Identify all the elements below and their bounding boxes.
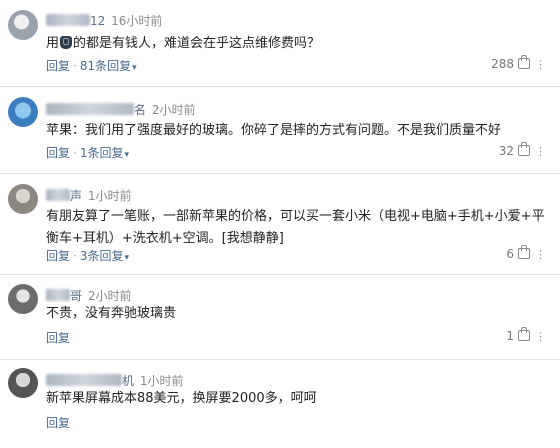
comment-actions: 回复 · 1条回复▾ <box>46 146 130 160</box>
comment-text: 苹果：我们用了强度最好的玻璃。你碎了是摔的方式有问题。不是我们质量不好 <box>46 123 502 138</box>
like-count: 288 <box>491 57 514 71</box>
comment-actions: 回复 <box>46 414 70 431</box>
timestamp: 2小时前 <box>151 103 196 117</box>
comment-actions: 回复 · 3条回复▾ <box>46 249 130 263</box>
replies-link[interactable]: 1条回复 <box>80 146 124 160</box>
comment-2: 名 2小时前 苹果：我们用了强度最好的玻璃。你碎了是摔的方式有问题。不是我们质量… <box>0 87 560 173</box>
comment-text: 有朋友算了一笔账，一部新苹果的价格，可以买一套小米（电视+电脑+手机+小爱+平衡… <box>46 209 545 246</box>
username[interactable]: 名 <box>134 103 146 117</box>
timestamp: 1小时前 <box>87 189 132 203</box>
comment-text: 不贵，没有奔驰玻璃贵 <box>46 306 177 321</box>
like-count: 32 <box>498 144 514 158</box>
more-icon[interactable]: ⋮ <box>535 248 546 261</box>
username-blurred <box>46 289 70 301</box>
comment-text: 新苹果屏幕成本88美元，换屏要2000多，呵呵 <box>46 391 317 406</box>
like-count: 1 <box>506 329 514 343</box>
comment-5: 机 1小时前 新苹果屏幕成本88美元，换屏要2000多，呵呵 回复 <box>0 360 560 448</box>
username[interactable]: 声 <box>70 189 82 203</box>
avatar[interactable] <box>8 97 38 127</box>
thumbs-up-icon[interactable] <box>518 245 530 259</box>
reply-button[interactable]: 回复 <box>46 249 70 263</box>
username[interactable]: 机 <box>122 374 134 388</box>
comment-meta: 名 2小时前 <box>46 101 195 118</box>
comment-meta: 哥 2小时前 <box>46 287 131 304</box>
more-icon[interactable]: ⋮ <box>535 145 546 158</box>
avatar[interactable] <box>8 10 38 40</box>
phone-emoji-icon <box>60 36 73 49</box>
timestamp: 1小时前 <box>139 374 184 388</box>
comment-actions: 回复 <box>46 329 70 346</box>
avatar[interactable] <box>8 184 38 214</box>
replies-link[interactable]: 81条回复 <box>80 59 131 73</box>
more-icon[interactable]: ⋮ <box>535 330 546 343</box>
comment-meta: 12 16小时前 <box>46 12 162 29</box>
timestamp: 2小时前 <box>87 289 132 303</box>
username-blurred <box>46 374 122 386</box>
comment-1: 12 16小时前 用的都是有钱人，难道会在乎这点维修费吗？ 回复 · 81条回复▾ … <box>0 0 560 86</box>
more-icon[interactable]: ⋮ <box>535 58 546 71</box>
like-button[interactable]: 6 ⋮ <box>506 245 546 261</box>
username-blurred <box>46 189 70 201</box>
chevron-down-icon[interactable]: ▾ <box>124 253 129 263</box>
username[interactable]: 哥 <box>70 289 82 303</box>
chevron-down-icon[interactable]: ▾ <box>132 63 137 73</box>
like-button[interactable]: 32 ⋮ <box>498 142 546 158</box>
comment-actions: 回复 · 81条回复▾ <box>46 59 137 73</box>
comment-text: 用的都是有钱人，难道会在乎这点维修费吗？ <box>46 36 321 51</box>
thumbs-up-icon[interactable] <box>518 327 530 341</box>
timestamp: 16小时前 <box>111 14 163 28</box>
avatar[interactable] <box>8 284 38 314</box>
username[interactable]: 12 <box>90 14 105 28</box>
chevron-down-icon[interactable]: ▾ <box>124 150 129 160</box>
thumbs-up-icon[interactable] <box>518 55 530 69</box>
replies-link[interactable]: 3条回复 <box>80 249 124 263</box>
reply-button[interactable]: 回复 <box>46 416 70 430</box>
avatar[interactable] <box>8 368 38 398</box>
comment-4: 哥 2小时前 不贵，没有奔驰玻璃贵 回复 1 ⋮ <box>0 275 560 359</box>
like-button[interactable]: 1 ⋮ <box>506 327 546 343</box>
comment-meta: 声 1小时前 <box>46 187 131 204</box>
comment-meta: 机 1小时前 <box>46 372 183 389</box>
username-blurred <box>46 14 90 26</box>
reply-button[interactable]: 回复 <box>46 59 70 73</box>
reply-button[interactable]: 回复 <box>46 146 70 160</box>
like-button[interactable]: 288 ⋮ <box>491 55 546 71</box>
thumbs-up-icon[interactable] <box>518 142 530 156</box>
like-count: 6 <box>506 247 514 261</box>
username-blurred <box>46 103 134 115</box>
reply-button[interactable]: 回复 <box>46 331 70 345</box>
comment-3: 声 1小时前 有朋友算了一笔账，一部新苹果的价格，可以买一套小米（电视+电脑+手… <box>0 174 560 274</box>
